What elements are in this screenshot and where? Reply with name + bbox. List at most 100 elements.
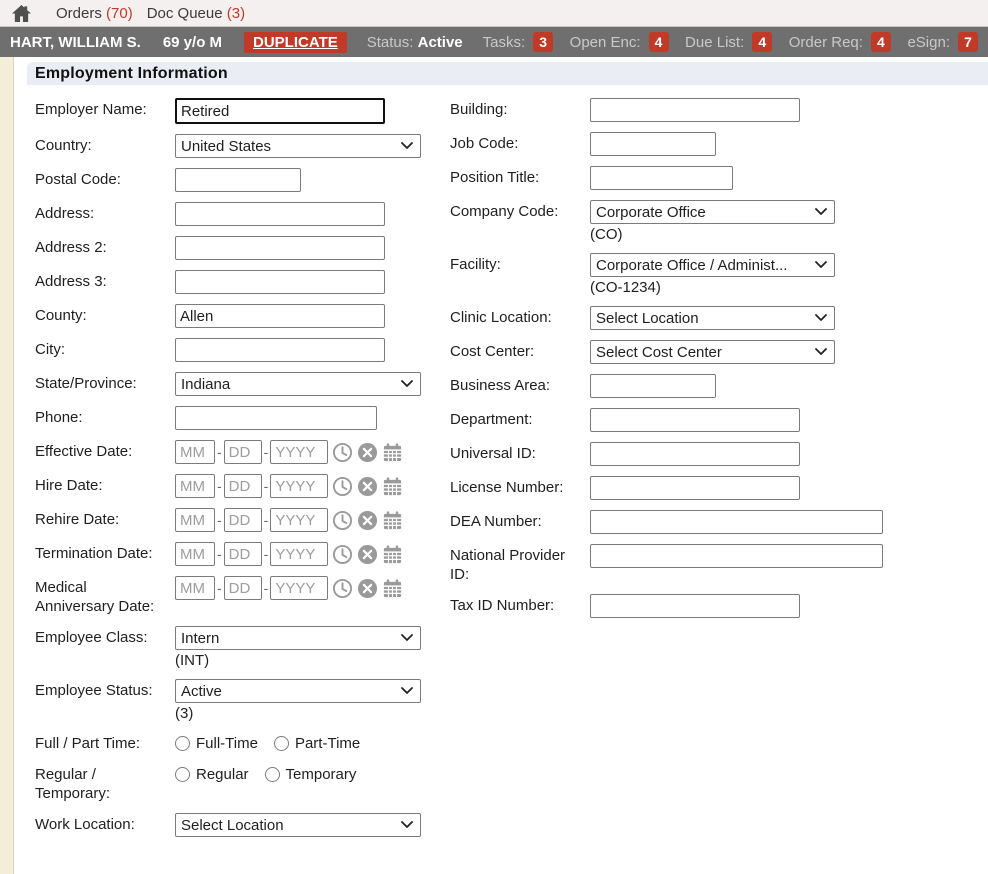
time-icon[interactable] xyxy=(331,543,353,565)
national-provider-id-input[interactable] xyxy=(590,544,883,568)
cost-center-select[interactable]: Select Cost Center xyxy=(590,340,835,364)
employee-class-select[interactable]: Intern xyxy=(175,626,421,650)
hire-date-day-input[interactable] xyxy=(224,474,262,498)
city-input[interactable] xyxy=(175,338,385,362)
clinic-location-select[interactable]: Select Location xyxy=(590,306,835,330)
dea-number-input[interactable] xyxy=(590,510,883,534)
field-phone: Phone: xyxy=(35,406,450,430)
nav-link-doc-queue[interactable]: Doc Queue (3) xyxy=(147,5,245,22)
termination-date-day-input[interactable] xyxy=(224,542,262,566)
company-code-label: Company Code: xyxy=(450,200,590,221)
patient-header-bar: HART, WILLIAM S. 69 y/o M DUPLICATE Stat… xyxy=(0,27,988,57)
company-code-select[interactable]: Corporate Office xyxy=(590,200,835,224)
building-input[interactable] xyxy=(590,98,800,122)
regular-radio[interactable] xyxy=(175,767,190,782)
county-input[interactable] xyxy=(175,304,385,328)
address2-input[interactable] xyxy=(175,236,385,260)
effective-date-day-input[interactable] xyxy=(224,440,262,464)
time-icon[interactable] xyxy=(331,509,353,531)
clear-icon[interactable] xyxy=(356,509,378,531)
phone-input[interactable] xyxy=(175,406,377,430)
duplicate-button[interactable]: DUPLICATE xyxy=(244,32,347,53)
field-facility: Facility: Corporate Office / Administ...… xyxy=(450,253,988,296)
employee-status-select[interactable]: Active xyxy=(175,679,421,703)
state-province-select[interactable]: Indiana xyxy=(175,372,421,396)
part-time-radio[interactable] xyxy=(274,736,289,751)
clear-icon[interactable] xyxy=(356,441,378,463)
work-location-select[interactable]: Select Location xyxy=(175,813,421,837)
universal-id-input[interactable] xyxy=(590,442,800,466)
form-column-left: Employer Name: Country: United States Po… xyxy=(35,98,450,847)
hire-date-month-input[interactable] xyxy=(175,474,215,498)
counter-tasks: Tasks: 3 xyxy=(483,32,554,52)
rehire-date-month-input[interactable] xyxy=(175,508,215,532)
calendar-icon[interactable] xyxy=(381,509,403,531)
country-select[interactable]: United States xyxy=(175,134,421,158)
termination-date-label: Termination Date: xyxy=(35,542,175,563)
rehire-date-year-input[interactable] xyxy=(270,508,328,532)
effective-date-year-input[interactable] xyxy=(270,440,328,464)
date-separator: - xyxy=(264,580,269,596)
effective-date-month-input[interactable] xyxy=(175,440,215,464)
employee-status-code: (3) xyxy=(175,705,193,722)
order-req-badge[interactable]: 4 xyxy=(871,32,891,52)
field-postal-code: Postal Code: xyxy=(35,168,450,192)
full-time-radio[interactable] xyxy=(175,736,190,751)
time-icon[interactable] xyxy=(331,475,353,497)
employment-form: Employer Name: Country: United States Po… xyxy=(15,85,988,847)
field-job-code: Job Code: xyxy=(450,132,988,156)
calendar-icon[interactable] xyxy=(381,543,403,565)
phone-label: Phone: xyxy=(35,406,175,427)
esign-badge[interactable]: 7 xyxy=(958,32,978,52)
clear-icon[interactable] xyxy=(356,543,378,565)
home-button[interactable] xyxy=(10,3,32,23)
department-input[interactable] xyxy=(590,408,800,432)
address3-input[interactable] xyxy=(175,270,385,294)
orders-count: (70) xyxy=(106,5,133,22)
time-icon[interactable] xyxy=(331,577,353,599)
field-medical-anniversary-date: Medical Anniversary Date: -- xyxy=(35,576,450,616)
clear-icon[interactable] xyxy=(356,577,378,599)
time-icon[interactable] xyxy=(331,441,353,463)
termination-date-year-input[interactable] xyxy=(270,542,328,566)
temporary-radio[interactable] xyxy=(265,767,280,782)
calendar-icon[interactable] xyxy=(381,475,403,497)
postal-code-input[interactable] xyxy=(175,168,301,192)
field-position-title: Position Title: xyxy=(450,166,988,190)
medical-anniversary-year-input[interactable] xyxy=(270,576,328,600)
department-label: Department: xyxy=(450,408,590,429)
employer-name-input[interactable] xyxy=(175,98,385,124)
tax-id-number-input[interactable] xyxy=(590,594,800,618)
business-area-input[interactable] xyxy=(590,374,716,398)
medical-anniversary-month-input[interactable] xyxy=(175,576,215,600)
facility-select[interactable]: Corporate Office / Administ... xyxy=(590,253,835,277)
rehire-date-day-input[interactable] xyxy=(224,508,262,532)
position-title-input[interactable] xyxy=(590,166,733,190)
calendar-icon[interactable] xyxy=(381,577,403,599)
field-rehire-date: Rehire Date: -- xyxy=(35,508,450,532)
field-national-provider-id: National Provider ID: xyxy=(450,544,988,584)
calendar-icon[interactable] xyxy=(381,441,403,463)
field-city: City: xyxy=(35,338,450,362)
job-code-label: Job Code: xyxy=(450,132,590,153)
open-enc-badge[interactable]: 4 xyxy=(649,32,669,52)
termination-date-month-input[interactable] xyxy=(175,542,215,566)
hire-date-year-input[interactable] xyxy=(270,474,328,498)
business-area-label: Business Area: xyxy=(450,374,590,395)
employee-class-label: Employee Class: xyxy=(35,626,175,647)
open-enc-label: Open Enc: xyxy=(570,34,641,51)
clear-icon[interactable] xyxy=(356,475,378,497)
field-termination-date: Termination Date: -- xyxy=(35,542,450,566)
postal-code-label: Postal Code: xyxy=(35,168,175,189)
cost-center-label: Cost Center: xyxy=(450,340,590,361)
nav-link-orders[interactable]: Orders (70) xyxy=(56,5,133,22)
tasks-badge[interactable]: 3 xyxy=(533,32,553,52)
job-code-input[interactable] xyxy=(590,132,716,156)
address-input[interactable] xyxy=(175,202,385,226)
county-label: County: xyxy=(35,304,175,325)
medical-anniversary-day-input[interactable] xyxy=(224,576,262,600)
license-number-input[interactable] xyxy=(590,476,800,500)
counter-due-list: Due List: 4 xyxy=(685,32,772,52)
field-dea-number: DEA Number: xyxy=(450,510,988,534)
due-list-badge[interactable]: 4 xyxy=(752,32,772,52)
